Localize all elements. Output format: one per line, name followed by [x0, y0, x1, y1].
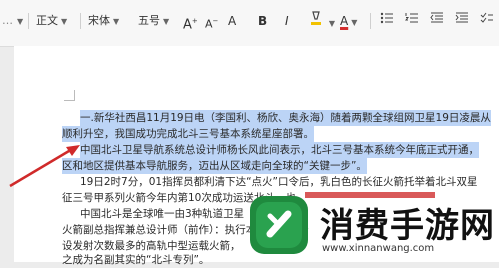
font-color-button[interactable]: A ▼: [340, 10, 357, 32]
chevron-down-icon: ▼: [328, 19, 335, 28]
font-size-label: 五号: [138, 14, 160, 27]
indent-button[interactable]: [455, 10, 469, 32]
document-line[interactable]: 中国北斗是全球唯一由3种轨道卫星: [80, 206, 244, 222]
outdent-icon: [430, 12, 443, 23]
document-line[interactable]: 之成为名副其实的“北斗专列”。: [62, 252, 209, 268]
clear-format-button[interactable]: A: [228, 10, 236, 32]
bullet-list-button[interactable]: [380, 10, 394, 32]
bold-icon: B: [258, 14, 268, 28]
clear-format-icon: A: [228, 14, 237, 28]
highlight-color-swatch: [311, 22, 321, 25]
watermark-title: 消费手游网: [320, 206, 495, 246]
grow-font-icon: A: [183, 17, 192, 33]
document-line[interactable]: 19日2时7分，01指挥员都利清下达“点火”口令后，乳白色的长征火箭托举着北斗双…: [80, 174, 477, 190]
document-line[interactable]: 中国北斗卫星导航系统总设计师杨长风此间表示，北斗三号基本系统今年底正式开通，: [80, 142, 479, 158]
numbered-list-icon: [404, 13, 418, 23]
font-color-icon: A: [340, 14, 349, 28]
chevron-down-icon: ▼: [351, 18, 358, 27]
outdent-button[interactable]: [430, 10, 444, 32]
font-size-select[interactable]: 五号 ▼: [138, 10, 169, 32]
toolbar-divider: [370, 13, 371, 29]
indent-icon: [455, 12, 468, 23]
document-line[interactable]: 一.新华社西昌11月19日电（李国利、杨欣、奥永海）随着两颗全球组网卫星19日凌…: [80, 110, 491, 126]
highlighter-icon: [311, 11, 321, 25]
checklist-icon: [480, 12, 493, 23]
annotation-arrow: [9, 145, 80, 188]
game-controller-icon: [256, 202, 302, 248]
italic-icon: I: [285, 14, 289, 28]
shrink-font-icon: A: [205, 17, 213, 31]
chevron-down-icon: ▼: [163, 17, 170, 26]
numbered-list-button[interactable]: [404, 10, 419, 32]
task-list-button[interactable]: [480, 10, 494, 32]
grow-font-button[interactable]: A+: [183, 10, 198, 32]
watermark-url: www.xinnanwang.com: [322, 243, 435, 254]
italic-button[interactable]: I: [285, 10, 289, 32]
watermark-logo: [250, 196, 308, 254]
highlight-button[interactable]: ▼: [310, 10, 335, 32]
shrink-font-button[interactable]: A−: [205, 10, 218, 32]
bold-button[interactable]: B: [258, 10, 267, 32]
bullet-list-icon: [380, 12, 393, 24]
